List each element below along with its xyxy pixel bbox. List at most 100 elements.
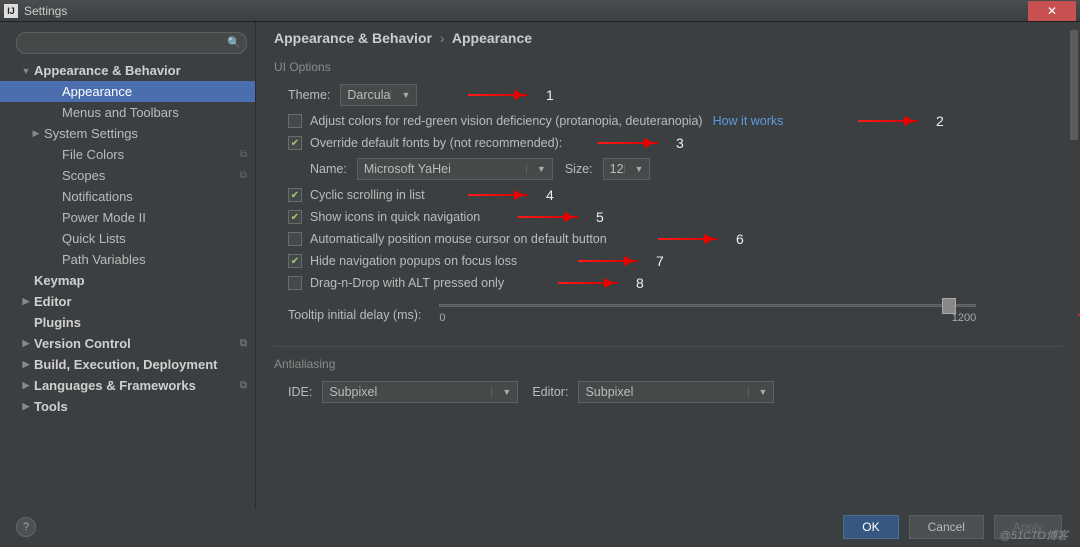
tooltip-row: Tooltip initial delay (ms): 0 1200 9 [288, 300, 1062, 330]
ide-aa-select[interactable]: Subpixel ▼ [322, 381, 518, 403]
icons-label: Show icons in quick navigation [310, 210, 480, 224]
chevron-down-icon: ▼ [748, 387, 768, 397]
sidebar-item[interactable]: Path Variables [0, 249, 255, 270]
tree-arrow-icon: ▶ [20, 380, 32, 391]
sidebar-item[interactable]: Keymap [0, 270, 255, 291]
font-row: Name: Microsoft YaHei ▼ Size: 12 ▼ [310, 158, 1062, 180]
sidebar-item[interactable]: Plugins [0, 312, 255, 333]
sidebar-item-label: Appearance & Behavior [34, 63, 181, 78]
tree-arrow-icon: ▶ [20, 296, 32, 307]
sidebar-item[interactable]: Quick Lists [0, 228, 255, 249]
sidebar-item[interactable]: Power Mode II [0, 207, 255, 228]
editor-aa-select[interactable]: Subpixel ▼ [578, 381, 774, 403]
anno-7: 7 [656, 253, 664, 269]
crumb-b: Appearance [452, 30, 532, 46]
override-label: Override default fonts by (not recommend… [310, 136, 562, 150]
cyclic-row: ✔ Cyclic scrolling in list 4 [288, 188, 1062, 202]
theme-select[interactable]: Darcula ▼ [340, 84, 417, 106]
search-icon: 🔍 [227, 36, 241, 49]
size-label: Size: [565, 162, 593, 176]
ide-aa-value: Subpixel [329, 385, 377, 399]
font-name-select[interactable]: Microsoft YaHei ▼ [357, 158, 553, 180]
auto-checkbox[interactable] [288, 232, 302, 246]
sidebar-item[interactable]: ▶Version Control⧉ [0, 333, 255, 354]
adjust-checkbox[interactable] [288, 114, 302, 128]
override-fonts-row: ✔ Override default fonts by (not recomme… [288, 136, 1062, 150]
theme-value: Darcula [347, 88, 390, 102]
tree-arrow-icon: ▶ [30, 128, 42, 139]
sidebar-item-label: File Colors [62, 147, 124, 162]
anno-1: 1 [546, 87, 554, 103]
name-label: Name: [310, 162, 347, 176]
anno-4: 4 [546, 187, 554, 203]
tree-arrow-icon: ▼ [20, 66, 32, 76]
slider-min: 0 [439, 312, 445, 324]
sidebar-item-label: System Settings [44, 126, 138, 141]
sidebar-item-label: Plugins [34, 315, 81, 330]
sidebar-item-label: Keymap [34, 273, 85, 288]
watermark: @51CTO博客 [1000, 527, 1068, 543]
crumb-a: Appearance & Behavior [274, 30, 432, 46]
anno-2: 2 [936, 113, 944, 129]
ok-button[interactable]: OK [843, 515, 898, 539]
titlebar: IJ Settings ✕ [0, 0, 1080, 22]
settings-window: IJ Settings ✕ 🔍 ▼Appearance & BehaviorAp… [0, 0, 1080, 547]
tooltip-label: Tooltip initial delay (ms): [288, 308, 421, 322]
drag-checkbox[interactable] [288, 276, 302, 290]
close-button[interactable]: ✕ [1028, 1, 1076, 21]
scrollbar[interactable] [1070, 24, 1078, 507]
sidebar-item[interactable]: ▶Build, Execution, Deployment [0, 354, 255, 375]
sidebar-item-label: Editor [34, 294, 72, 309]
font-name-value: Microsoft YaHei [364, 162, 451, 176]
sidebar-item-label: Languages & Frameworks [34, 378, 196, 393]
scope-icon: ⧉ [240, 149, 247, 160]
hide-label: Hide navigation popups on focus loss [310, 254, 517, 268]
editor-aa-value: Subpixel [585, 385, 633, 399]
sidebar-item-label: Menus and Toolbars [62, 105, 179, 120]
scrollbar-thumb[interactable] [1070, 30, 1078, 140]
scope-icon: ⧉ [240, 338, 247, 349]
help-button[interactable]: ? [16, 517, 36, 537]
how-it-works-link[interactable]: How it works [713, 114, 784, 128]
search-wrap: 🔍 [16, 32, 247, 54]
cyclic-checkbox[interactable]: ✔ [288, 188, 302, 202]
window-title: Settings [24, 4, 67, 18]
anno-5: 5 [596, 209, 604, 225]
settings-tree: ▼Appearance & Behavior Appearance Menus an… [0, 60, 255, 417]
chevron-down-icon: ▼ [390, 90, 410, 100]
hide-checkbox[interactable]: ✔ [288, 254, 302, 268]
tooltip-slider[interactable]: 0 1200 [439, 300, 976, 330]
editor-label: Editor: [532, 385, 568, 399]
sidebar-item[interactable]: ▶Editor [0, 291, 255, 312]
cancel-button[interactable]: Cancel [909, 515, 984, 539]
breadcrumb: Appearance & Behavior › Appearance [274, 30, 1062, 46]
sidebar-item[interactable]: ▶System Settings [0, 123, 255, 144]
font-size-select[interactable]: 12 ▼ [603, 158, 651, 180]
sidebar-item[interactable]: Menus and Toolbars [0, 102, 255, 123]
sidebar-item-label: Appearance [62, 84, 132, 99]
adjust-label: Adjust colors for red-green vision defic… [310, 114, 703, 128]
sidebar-item[interactable]: ▶Languages & Frameworks⧉ [0, 375, 255, 396]
aa-row: IDE: Subpixel ▼ Editor: Subpixel ▼ [288, 381, 1062, 403]
font-size-value: 12 [610, 162, 624, 176]
sidebar-item-label: Build, Execution, Deployment [34, 357, 217, 372]
sidebar-item[interactable]: Scopes⧉ [0, 165, 255, 186]
sidebar-item[interactable]: ▼Appearance & Behavior [0, 60, 255, 81]
main-panel: Appearance & Behavior › Appearance UI Op… [256, 22, 1080, 509]
sidebar-item[interactable]: Appearance [0, 81, 255, 102]
icons-checkbox[interactable]: ✔ [288, 210, 302, 224]
icons-row: ✔ Show icons in quick navigation 5 [288, 210, 1062, 224]
anno-6: 6 [736, 231, 744, 247]
theme-row: Theme: Darcula ▼ 1 [288, 84, 1062, 106]
sidebar-item[interactable]: File Colors ⧉ [0, 144, 255, 165]
sidebar-item-label: Version Control [34, 336, 131, 351]
sidebar-item[interactable]: ▶Tools [0, 396, 255, 417]
chevron-right-icon: › [440, 30, 445, 46]
drag-label: Drag-n-Drop with ALT pressed only [310, 276, 504, 290]
theme-label: Theme: [288, 88, 330, 102]
search-input[interactable] [16, 32, 247, 54]
sidebar-item-label: Power Mode II [62, 210, 146, 225]
sidebar-item[interactable]: Notifications [0, 186, 255, 207]
section-ui-options: UI Options [274, 60, 1062, 74]
override-checkbox[interactable]: ✔ [288, 136, 302, 150]
